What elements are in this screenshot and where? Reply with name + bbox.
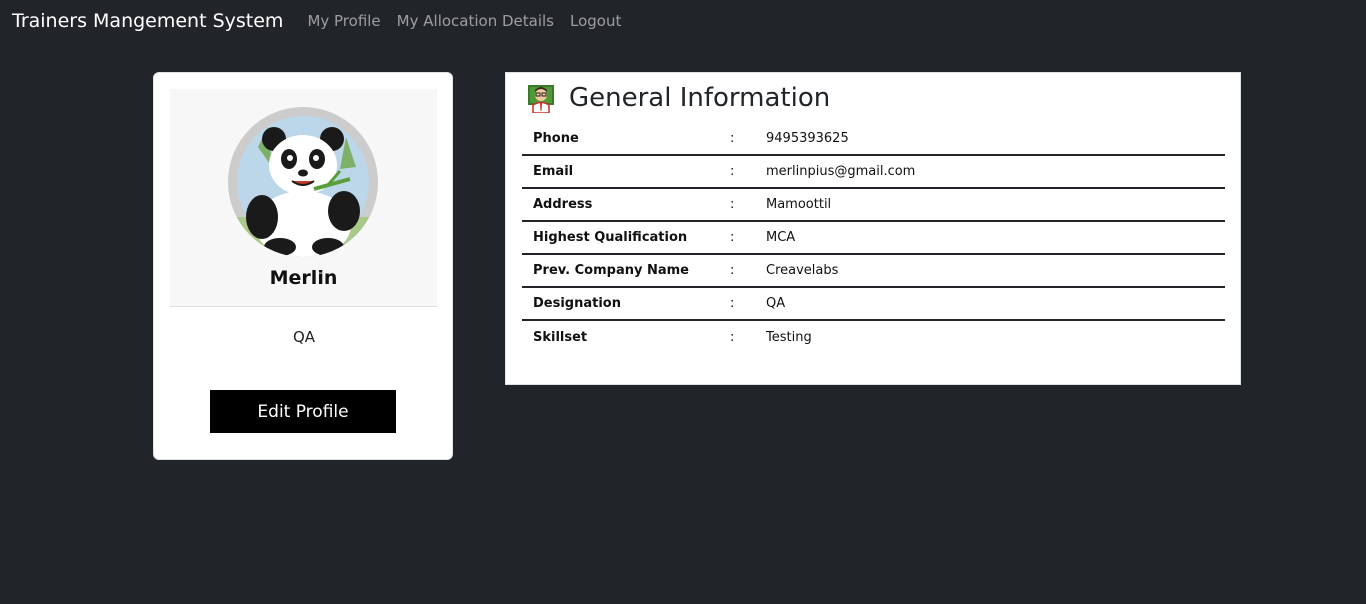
general-information-panel: General Information Phone : 9495393625 E… <box>505 72 1241 385</box>
info-value: merlinpius@gmail.com <box>766 164 916 179</box>
info-value: Creavelabs <box>766 263 839 278</box>
info-row-skillset: Skillset : Testing <box>522 321 1225 354</box>
profile-role: QA <box>292 328 316 346</box>
info-label: Skillset <box>533 330 588 345</box>
info-label: Designation <box>533 296 621 311</box>
info-label: Email <box>533 164 574 179</box>
info-value: QA <box>766 296 786 311</box>
info-separator: : <box>730 230 735 245</box>
info-row-address: Address : Mamoottil <box>522 189 1225 222</box>
info-row-highest-qualification: Highest Qualification : MCA <box>522 222 1225 255</box>
info-value: Mamoottil <box>766 197 832 212</box>
info-row-prev-company-name: Prev. Company Name : Creavelabs <box>522 255 1225 288</box>
profile-name: Merlin <box>269 267 338 289</box>
info-separator: : <box>730 263 735 278</box>
navbar: Trainers Mangement System My Profile My … <box>0 0 1366 42</box>
nav-link-my-profile[interactable]: My Profile <box>307 12 380 30</box>
navbar-brand[interactable]: Trainers Mangement System <box>12 10 283 32</box>
info-separator: : <box>730 330 735 345</box>
general-information-title: General Information <box>569 83 831 113</box>
info-separator: : <box>730 131 735 146</box>
info-separator: : <box>730 296 735 311</box>
info-value: 9495393625 <box>766 131 849 146</box>
info-label: Phone <box>533 131 579 146</box>
info-label: Prev. Company Name <box>533 263 689 278</box>
info-label: Highest Qualification <box>533 230 688 245</box>
info-row-email: Email : merlinpius@gmail.com <box>522 156 1225 189</box>
panda-avatar-icon <box>228 107 378 257</box>
profile-card-header: Merlin <box>170 89 437 307</box>
info-label: Address <box>533 197 593 212</box>
teacher-icon <box>528 85 554 113</box>
edit-profile-button[interactable]: Edit Profile <box>210 390 396 433</box>
nav-link-my-allocation-details[interactable]: My Allocation Details <box>397 12 554 30</box>
general-information-header: General Information <box>527 83 830 113</box>
nav-link-logout[interactable]: Logout <box>570 12 621 30</box>
info-row-phone: Phone : 9495393625 <box>522 123 1225 156</box>
info-value: MCA <box>766 230 796 245</box>
profile-card: Merlin QA Edit Profile <box>153 72 453 460</box>
info-separator: : <box>730 164 735 179</box>
info-table: Phone : 9495393625 Email : merlinpius@gm… <box>522 123 1225 354</box>
info-value: Testing <box>766 330 812 345</box>
info-row-designation: Designation : QA <box>522 288 1225 321</box>
info-separator: : <box>730 197 735 212</box>
